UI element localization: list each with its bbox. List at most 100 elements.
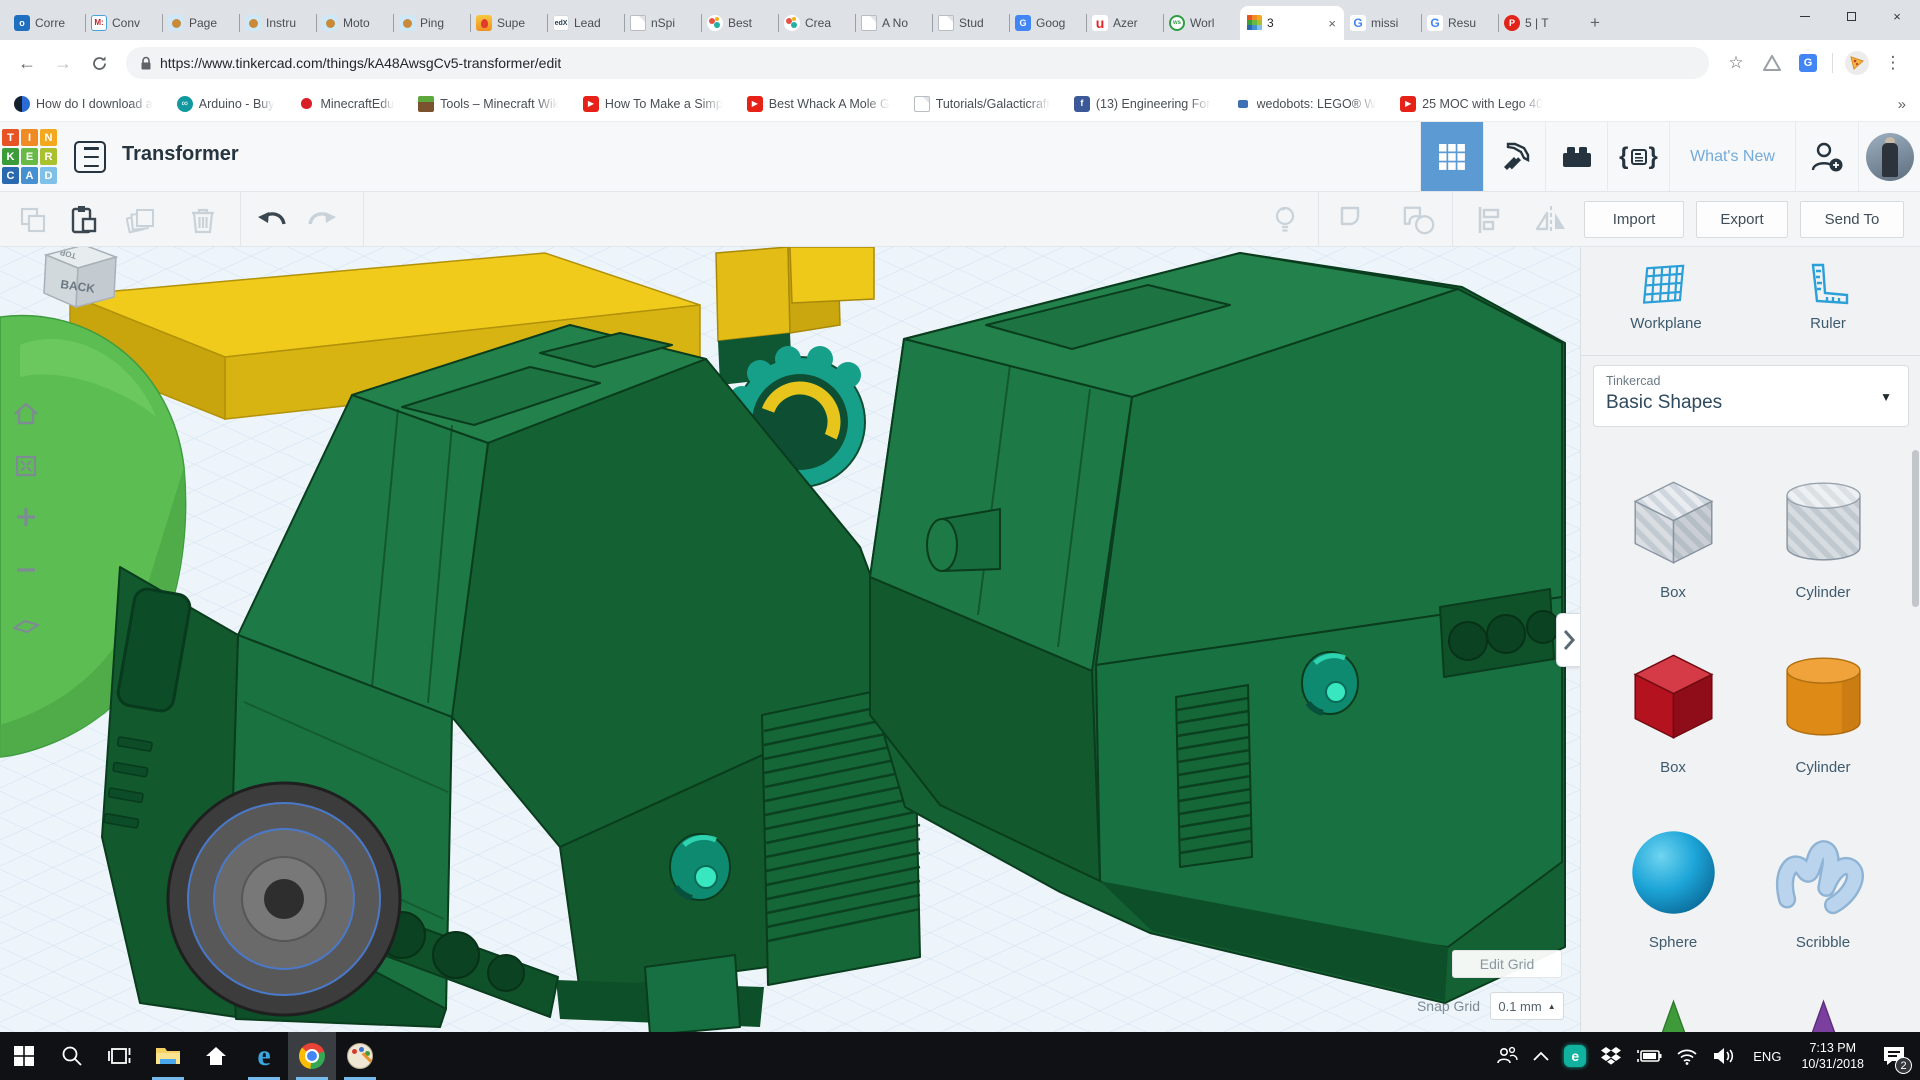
tray-eset-icon[interactable]: e	[1557, 1032, 1593, 1080]
browser-tab[interactable]: Moto	[316, 6, 393, 40]
bookmark-item[interactable]: ∞Arduino - Buy	[177, 96, 275, 112]
shape-cone-purple[interactable]	[1748, 990, 1898, 1032]
workplane-tool[interactable]: Workplane	[1591, 261, 1741, 332]
tray-volume-icon[interactable]	[1705, 1032, 1743, 1080]
browser-tab[interactable]: oCorre	[8, 6, 85, 40]
back-button[interactable]: ←	[12, 48, 42, 78]
sidebar-collapse-handle[interactable]	[1556, 613, 1580, 667]
tray-wifi-icon[interactable]	[1669, 1032, 1705, 1080]
browser-tab[interactable]: M:Conv	[85, 6, 162, 40]
copy-button[interactable]	[16, 203, 50, 237]
browser-tab[interactable]: Page	[162, 6, 239, 40]
design-title[interactable]: Transformer	[122, 143, 239, 166]
browser-tab[interactable]: wsWorl	[1163, 6, 1240, 40]
bookmark-item[interactable]: Tutorials/Galacticraft	[914, 96, 1050, 112]
show-all-button[interactable]	[1268, 203, 1302, 237]
group-button[interactable]	[1338, 203, 1372, 237]
browser-tab[interactable]: P5 | T	[1498, 6, 1575, 40]
tray-battery-icon[interactable]	[1629, 1032, 1669, 1080]
bookmark-star-button[interactable]: ☆	[1721, 48, 1751, 78]
tinkercad-logo[interactable]: TINKERCAD	[2, 129, 57, 185]
shape-scribble[interactable]: Scribble	[1748, 815, 1898, 951]
clock[interactable]: 7:13 PM10/31/2018	[1791, 1032, 1874, 1080]
ruler-tool[interactable]: Ruler	[1753, 261, 1903, 332]
properties-list-icon[interactable]	[74, 141, 106, 173]
taskbar-taskview-button[interactable]	[96, 1032, 144, 1080]
shape-box-red[interactable]: Box	[1598, 640, 1748, 776]
duplicate-button[interactable]	[124, 203, 158, 237]
forward-button[interactable]: →	[48, 48, 78, 78]
tray-people-icon[interactable]	[1489, 1032, 1525, 1080]
browser-tab[interactable]: Crea	[778, 6, 855, 40]
bookmark-item[interactable]: f(13) Engineering For	[1074, 96, 1211, 112]
delete-button[interactable]	[186, 203, 220, 237]
browser-tab[interactable]: uAzer	[1086, 6, 1163, 40]
window-minimize-button[interactable]	[1782, 0, 1828, 32]
account-menu[interactable]	[1858, 122, 1920, 191]
zoom-in-button[interactable]	[10, 501, 42, 533]
action-center-button[interactable]: 2	[1874, 1032, 1920, 1080]
window-close-button[interactable]: ×	[1874, 0, 1920, 32]
edit-grid-button[interactable]: Edit Grid	[1452, 950, 1562, 978]
browser-tab[interactable]: GResu	[1421, 6, 1498, 40]
bookmark-item[interactable]: MinecraftEdu	[298, 96, 394, 112]
browser-tab[interactable]: A No	[855, 6, 932, 40]
pizza-extension-icon[interactable]	[1842, 48, 1872, 78]
taskbar-chrome-button[interactable]	[288, 1032, 336, 1080]
brick-mode-button[interactable]	[1545, 122, 1607, 191]
zoom-out-button[interactable]	[10, 554, 42, 586]
reload-button[interactable]	[84, 48, 114, 78]
redo-button[interactable]	[305, 203, 339, 237]
view-home-button[interactable]	[10, 397, 42, 429]
undo-button[interactable]	[255, 203, 289, 237]
browser-tab[interactable]: Instru	[239, 6, 316, 40]
window-maximize-button[interactable]	[1828, 0, 1874, 32]
browser-menu-button[interactable]: ⋮	[1878, 48, 1908, 78]
send-to-button[interactable]: Send To	[1800, 201, 1904, 238]
browser-tab[interactable]: Stud	[932, 6, 1009, 40]
browser-tab[interactable]: Gmissi	[1344, 6, 1421, 40]
taskbar-explorer-button[interactable]	[144, 1032, 192, 1080]
bookmark-item[interactable]: ▶25 MOC with Lego 40	[1400, 96, 1543, 112]
tab-close-icon[interactable]: ×	[1326, 16, 1338, 31]
tray-dropbox-icon[interactable]	[1593, 1032, 1629, 1080]
ungroup-button[interactable]	[1402, 203, 1436, 237]
invite-button[interactable]	[1795, 122, 1858, 191]
bookmark-item[interactable]: How do I download a	[14, 96, 153, 112]
dashboard-grid-button[interactable]	[1420, 122, 1483, 191]
browser-tab[interactable]: nSpi	[624, 6, 701, 40]
browser-tab[interactable]: edXLead	[547, 6, 624, 40]
minecraft-mode-button[interactable]	[1483, 122, 1545, 191]
snap-grid-select[interactable]: 0.1 mm ▲	[1490, 992, 1564, 1020]
tray-chevron-up-icon[interactable]	[1525, 1032, 1557, 1080]
browser-tab[interactable]: Supe	[470, 6, 547, 40]
bookmark-item[interactable]: wedobots: LEGO® W	[1235, 96, 1377, 112]
shape-cyl-orange[interactable]: Cylinder	[1748, 640, 1898, 776]
browser-tab[interactable]: Ping	[393, 6, 470, 40]
shape-cyl-striped[interactable]: Cylinder	[1748, 465, 1898, 601]
shape-box-striped[interactable]: Box	[1598, 465, 1748, 601]
whats-new-link[interactable]: What's New	[1669, 122, 1795, 191]
browser-tab[interactable]: GGoog	[1009, 6, 1086, 40]
3d-viewport[interactable]: BACK TOP Edit Grid Snap Grid 0.1 mm ▲	[0, 247, 1580, 1032]
language-indicator[interactable]: ENG	[1743, 1032, 1791, 1080]
browser-tab[interactable]: Best	[701, 6, 778, 40]
taskbar-search-button[interactable]	[48, 1032, 96, 1080]
align-button[interactable]	[1472, 203, 1506, 237]
bookmark-item[interactable]: Tools – Minecraft Wik	[418, 96, 559, 112]
shape-library-dropdown[interactable]: Tinkercad Basic Shapes ▼	[1593, 365, 1909, 427]
export-button[interactable]: Export	[1696, 201, 1788, 238]
bookmark-item[interactable]: ▶How To Make a Simp	[583, 96, 723, 112]
taskbar-paint-button[interactable]	[336, 1032, 384, 1080]
view-cube[interactable]: BACK TOP	[12, 247, 132, 331]
mirror-button[interactable]	[1534, 203, 1568, 237]
paste-button[interactable]	[66, 203, 100, 237]
translate-extension-icon[interactable]: G	[1793, 48, 1823, 78]
codeblocks-button[interactable]: { }	[1607, 122, 1669, 191]
sidebar-scrollbar-thumb[interactable]	[1912, 450, 1919, 607]
new-tab-button[interactable]: +	[1581, 9, 1609, 37]
bookmarks-overflow-button[interactable]: »	[1898, 86, 1906, 122]
taskbar-start-button[interactable]	[0, 1032, 48, 1080]
shape-sphere[interactable]: Sphere	[1598, 815, 1748, 951]
fit-view-button[interactable]	[10, 450, 42, 482]
